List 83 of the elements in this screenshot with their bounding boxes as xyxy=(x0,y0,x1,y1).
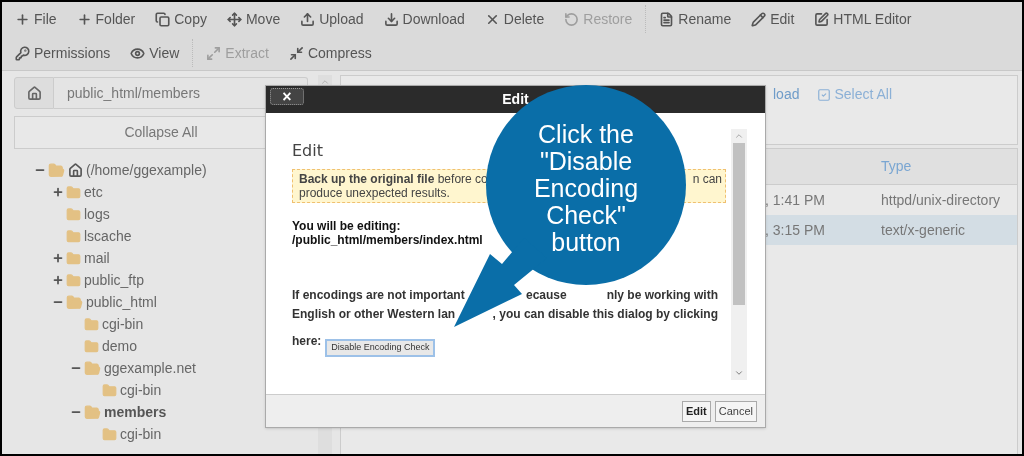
folder-icon xyxy=(48,161,65,179)
editing-label: You will be editing: xyxy=(292,219,401,233)
folder-icon xyxy=(102,426,117,442)
folder-icon xyxy=(84,359,101,377)
folder-label[interactable]: (/home/ggexample) xyxy=(86,159,207,181)
scroll-down-icon xyxy=(734,368,744,378)
folder-label[interactable]: cgi-bin xyxy=(120,423,162,445)
folder-label[interactable]: lscache xyxy=(84,225,132,247)
folder-icon xyxy=(66,206,81,222)
dialog-button[interactable]: Edit xyxy=(681,400,711,422)
home-button[interactable] xyxy=(14,77,54,109)
toolbar-button[interactable]: Permissions xyxy=(8,39,118,67)
copy-icon xyxy=(155,11,171,27)
folder-label[interactable]: logs xyxy=(84,203,110,225)
toolbar-button[interactable]: Folder xyxy=(69,5,143,33)
toolbar-button[interactable]: Upload xyxy=(293,5,371,33)
paragraph-text: ecause xyxy=(526,286,567,304)
type-cell-text: text/x-generic xyxy=(881,220,966,240)
scrollbar[interactable] xyxy=(731,129,747,380)
scroll-up-icon xyxy=(734,131,744,141)
toolbar-button[interactable]: File xyxy=(8,5,64,33)
folder-icon xyxy=(66,228,81,244)
folder-icon xyxy=(102,382,117,398)
folder-label[interactable]: cgi-bin xyxy=(120,379,162,401)
toolbar-button[interactable]: Move xyxy=(219,5,288,33)
folder-label[interactable]: demo xyxy=(102,335,138,357)
disable-encoding-check-button[interactable]: Disable Encoding Check xyxy=(325,339,436,357)
paragraph-text: If encodings are not important xyxy=(292,286,465,304)
home-icon xyxy=(68,162,83,178)
edit-icon xyxy=(814,11,830,27)
modified-cell-text: , 3:15 PM xyxy=(765,220,826,240)
folder-icon xyxy=(84,403,101,421)
document-icon xyxy=(659,11,675,27)
toolbar-button[interactable]: Delete xyxy=(477,5,552,33)
paragraph-text: English or other Western lan xyxy=(292,305,456,323)
folder-label[interactable]: mail xyxy=(84,247,110,269)
expand-arrows-icon xyxy=(206,45,222,61)
type-cell-text: httpd/unix-directory xyxy=(881,190,1001,210)
toolbar-button[interactable]: Rename xyxy=(652,5,739,33)
dialog-title: Edit xyxy=(502,90,529,109)
expand-icon[interactable] xyxy=(52,186,64,198)
plus-icon xyxy=(15,11,30,27)
folder-label[interactable]: members xyxy=(104,401,167,423)
toolbar-button[interactable]: Copy xyxy=(148,5,214,33)
download-icon xyxy=(383,11,399,27)
pencil-icon xyxy=(751,11,767,27)
toolbar-button[interactable]: Download xyxy=(376,5,472,33)
paragraph-text: , you can disable this dialog by clicking xyxy=(492,305,718,323)
expand-icon[interactable] xyxy=(52,274,64,286)
compress-arrows-icon xyxy=(288,45,304,61)
folder-label[interactable]: ggexample.net xyxy=(104,357,196,379)
move-icon xyxy=(226,11,242,27)
plus-icon xyxy=(76,11,92,27)
folder-icon xyxy=(84,316,99,332)
dialog-button[interactable]: Cancel xyxy=(714,400,757,422)
upload-icon xyxy=(300,11,316,27)
folder-label[interactable]: public_html xyxy=(86,291,157,313)
folder-label[interactable]: cgi-bin xyxy=(102,313,144,335)
folder-label[interactable]: etc xyxy=(84,181,103,203)
folder-icon xyxy=(66,250,81,266)
warning-text: n can xyxy=(692,172,722,186)
paragraph-text: nly be working with xyxy=(606,286,718,304)
callout-text: Click the "Disable Encoding Check" button xyxy=(532,121,640,256)
eye-icon xyxy=(130,45,146,61)
toolbar-button[interactable]: View xyxy=(123,39,187,67)
folder-icon xyxy=(66,293,83,311)
folder-icon xyxy=(66,184,81,200)
toolbar-button[interactable]: Edit xyxy=(744,5,802,33)
folder-icon xyxy=(84,338,99,354)
folder-label[interactable]: public_ftp xyxy=(84,269,144,291)
editing-path: /public_html/members/index.html xyxy=(292,233,483,247)
folder-icon xyxy=(66,272,81,288)
toolbar-button[interactable]: Compress xyxy=(281,39,379,67)
checkbox-icon xyxy=(817,87,832,102)
here-label: here: xyxy=(292,333,322,350)
modified-cell-text: , 1:41 PM xyxy=(765,190,826,210)
expand-icon[interactable] xyxy=(52,252,64,264)
undo-icon xyxy=(564,11,580,27)
key-icon xyxy=(15,45,30,61)
toolbar-button[interactable]: HTML Editor xyxy=(807,5,919,33)
home-icon xyxy=(26,85,42,101)
warning-text: produce unexpected results. xyxy=(299,186,450,200)
close-button[interactable]: × xyxy=(270,88,304,105)
